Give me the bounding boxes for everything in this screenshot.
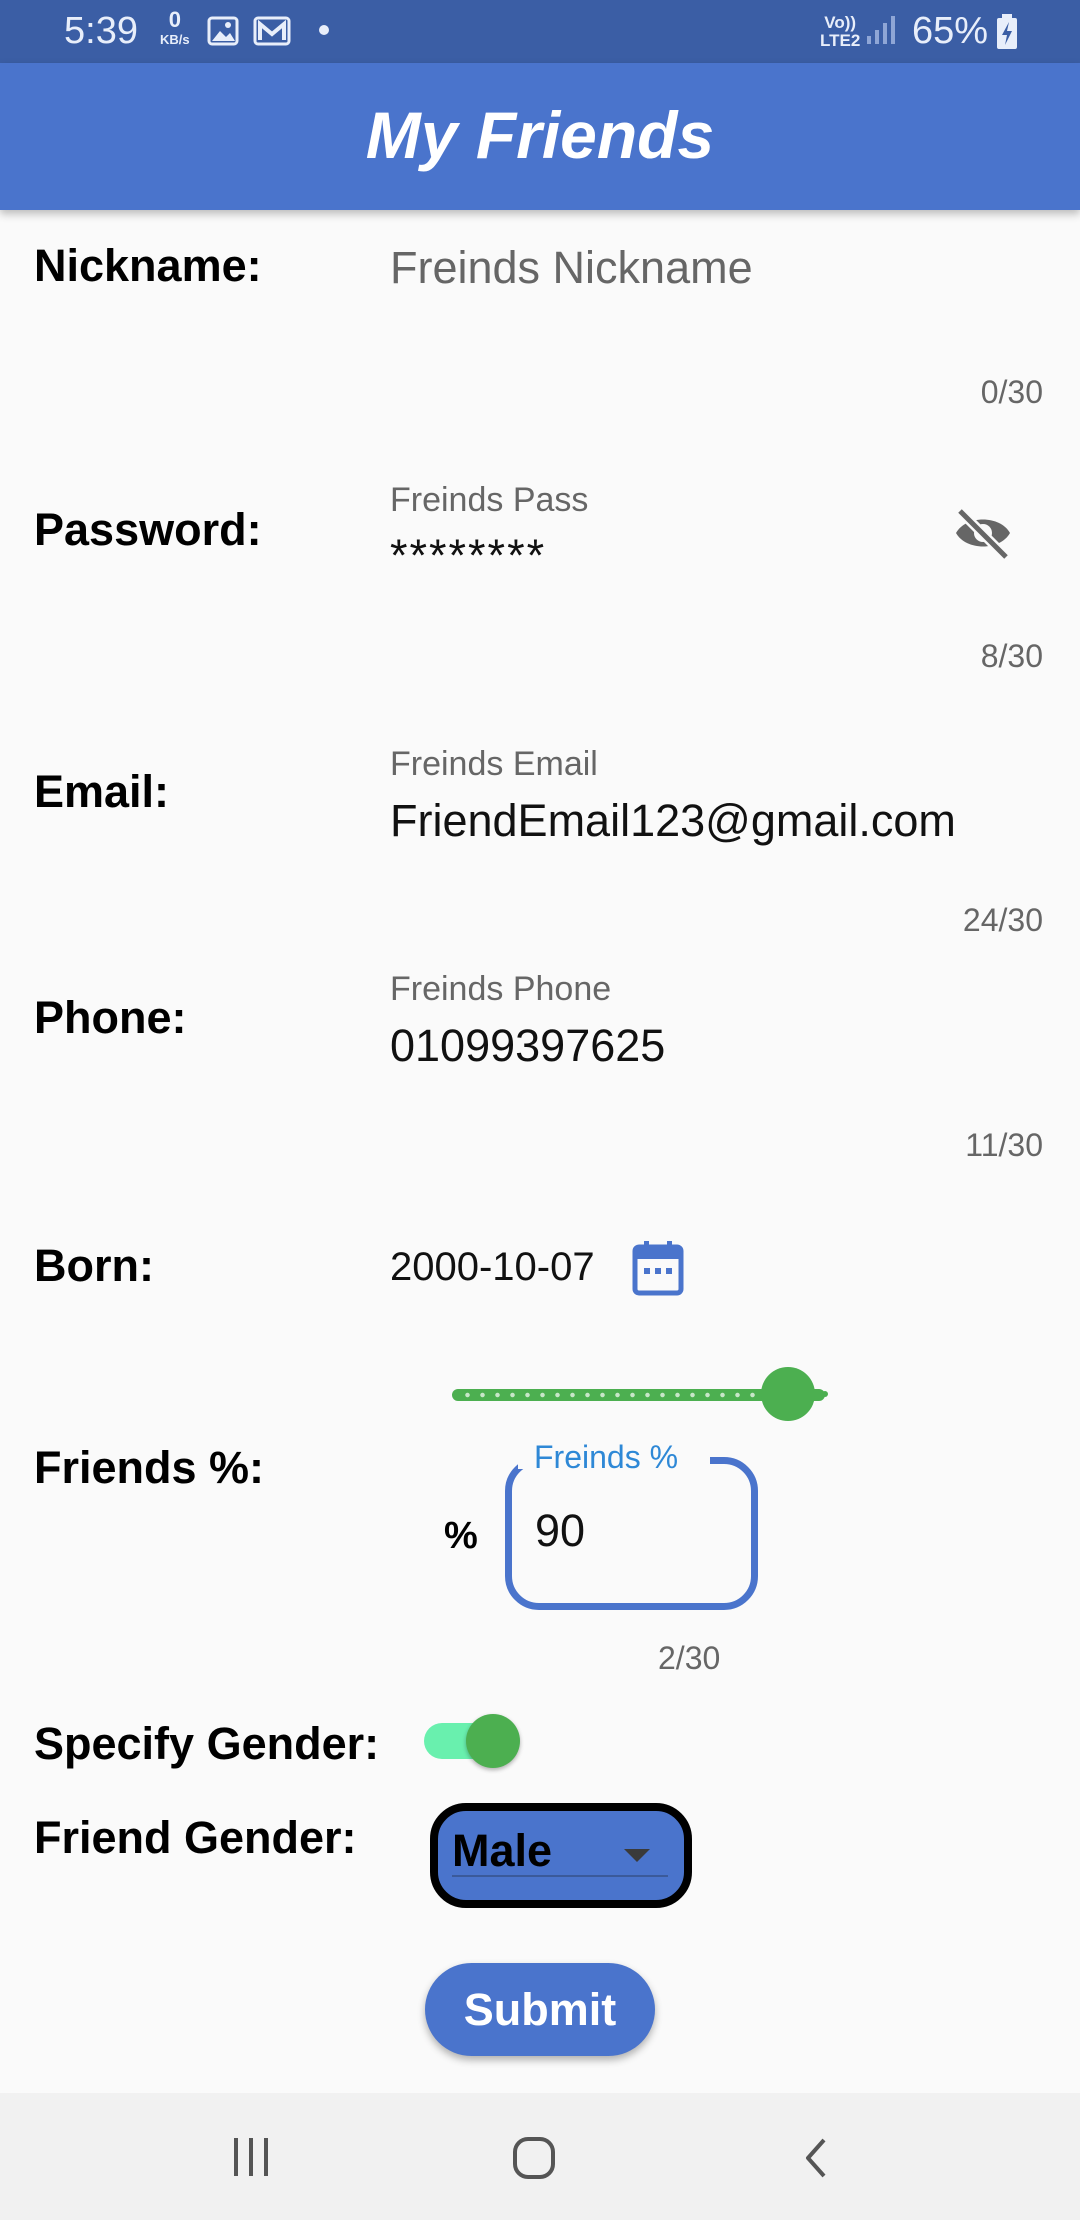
email-floating-label: Freinds Email — [390, 745, 598, 783]
percent-prefix: % — [444, 1515, 478, 1557]
password-input[interactable]: ******** — [390, 530, 546, 582]
email-label: Email: — [34, 766, 170, 817]
password-floating-label: Freinds Pass — [390, 481, 589, 519]
battery-percent: 65% — [912, 10, 989, 52]
eye-off-icon[interactable] — [952, 505, 1014, 561]
app-bar: My Friends — [0, 63, 1080, 210]
friends-percent-counter: 2/30 — [658, 1640, 721, 1676]
friend-gender-label: Friend Gender: — [34, 1812, 357, 1863]
phone-floating-label: Freinds Phone — [390, 970, 612, 1008]
email-input[interactable]: FriendEmail123@gmail.com — [390, 795, 956, 847]
nickname-input[interactable]: Freinds Nickname — [390, 242, 753, 294]
network-type: Vo)) LTE2 — [820, 14, 860, 50]
password-counter: 8/30 — [980, 638, 1043, 674]
phone-counter: 11/30 — [965, 1127, 1043, 1163]
gmail-notification-icon — [253, 16, 291, 46]
dropdown-arrow-icon[interactable] — [624, 1849, 650, 1862]
back-icon[interactable] — [800, 2136, 830, 2180]
submit-button[interactable]: Submit — [425, 1963, 655, 2056]
home-icon[interactable] — [512, 2136, 558, 2180]
nickname-label: Nickname: — [34, 240, 262, 291]
friends-percent-label: Friends %: — [34, 1442, 265, 1493]
email-counter: 24/30 — [962, 902, 1043, 938]
recent-apps-icon[interactable] — [230, 2136, 274, 2178]
data-speed-unit: KB/s — [160, 32, 190, 47]
phone-input[interactable]: 01099397625 — [390, 1020, 665, 1072]
born-label: Born: — [34, 1240, 154, 1291]
status-bar: 5:39 0 KB/s Vo)) LTE2 65% — [0, 0, 1080, 63]
battery-charging-icon — [997, 14, 1017, 49]
page-title: My Friends — [365, 98, 715, 172]
slider-tick-marks — [460, 1392, 790, 1398]
more-notifications-dot-icon — [319, 25, 329, 35]
specify-gender-label: Specify Gender: — [34, 1718, 380, 1769]
network-lte: LTE2 — [820, 31, 861, 50]
friends-percent-input[interactable]: 90 — [535, 1505, 585, 1557]
friends-percent-floating-label: Freinds % — [534, 1439, 679, 1475]
data-speed-value: 0 — [168, 7, 181, 32]
slider-thumb[interactable] — [760, 1367, 815, 1421]
signal-icon — [867, 16, 895, 44]
navigation-bar — [0, 2093, 1080, 2220]
gallery-notification-icon — [207, 16, 239, 46]
slider-end-tick — [822, 1391, 828, 1397]
dropdown-underline — [452, 1875, 668, 1877]
data-speed: 0 KB/s — [160, 7, 190, 50]
phone-label: Phone: — [34, 992, 187, 1043]
network-volte: Vo)) — [824, 13, 857, 32]
nickname-counter: 0/30 — [980, 374, 1043, 410]
password-label: Password: — [34, 504, 262, 555]
gender-selected-value[interactable]: Male — [452, 1825, 552, 1877]
status-time: 5:39 — [64, 10, 138, 52]
toggle-thumb[interactable] — [466, 1714, 520, 1768]
born-date-value: 2000-10-07 — [390, 1245, 595, 1289]
calendar-icon[interactable] — [632, 1240, 684, 1296]
